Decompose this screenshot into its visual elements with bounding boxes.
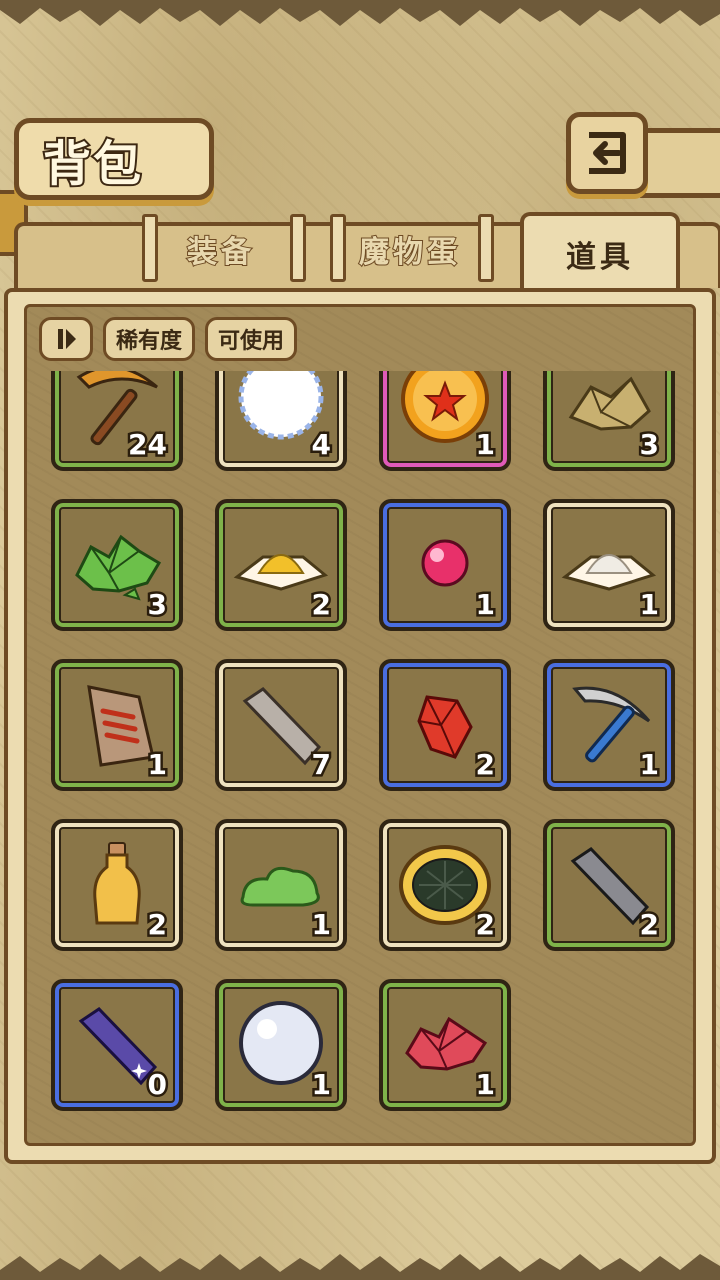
item-count: 1 — [309, 1066, 334, 1104]
item-count: 1 — [145, 746, 170, 784]
item-count: 2 — [637, 906, 662, 944]
tab-monster-eggs[interactable]: 魔物蛋 — [344, 216, 476, 282]
tab-equipment[interactable]: 装备 — [156, 216, 286, 282]
tab-label: 魔物蛋 — [358, 234, 461, 271]
item-count: 2 — [145, 906, 170, 944]
item-count: 7 — [309, 746, 334, 784]
rarity-filter-button[interactable]: 稀有度 — [103, 317, 196, 361]
tab-label: 装备 — [186, 234, 255, 271]
item-slot[interactable]: 1 — [215, 979, 347, 1111]
tab-divider — [478, 214, 494, 282]
back-rail — [640, 128, 720, 198]
page-title: 背包 — [41, 134, 144, 194]
item-slot[interactable]: 3 — [51, 499, 183, 631]
title-plate: 背包 — [14, 118, 214, 200]
item-count: 1 — [637, 746, 662, 784]
item-count: 1 — [309, 906, 334, 944]
filter-row: 稀有度 可使用 — [39, 317, 298, 361]
item-count: 24 — [126, 426, 170, 464]
item-slot[interactable]: 1 — [379, 979, 511, 1111]
usable-filter-button[interactable]: 可使用 — [205, 317, 298, 361]
item-slot[interactable]: 2 — [543, 819, 675, 951]
item-count: 4 — [309, 426, 334, 464]
item-count: 1 — [473, 426, 498, 464]
item-count: 1 — [473, 586, 498, 624]
item-slot[interactable]: 2 — [379, 659, 511, 791]
torn-edge-top — [0, 0, 720, 26]
inventory-panel-inner: 稀有度 可使用 24 4 1 3 3 2 1 1 1 7 2 1 2 1 2 2… — [24, 304, 696, 1146]
item-slot[interactable]: 1 — [51, 659, 183, 791]
tab-items[interactable]: 道具 — [520, 212, 680, 292]
item-grid: 24 4 1 3 3 2 1 1 1 7 2 1 2 1 2 2 0 1 1 — [27, 371, 693, 1143]
inventory-panel: 稀有度 可使用 24 4 1 3 3 2 1 1 1 7 2 1 2 1 2 2… — [4, 288, 716, 1164]
item-slot[interactable]: 1 — [543, 499, 675, 631]
item-slot[interactable]: 1 — [543, 659, 675, 791]
item-slot[interactable]: 2 — [379, 819, 511, 951]
sort-toggle-button[interactable] — [39, 317, 93, 361]
item-slot[interactable]: 4 — [215, 371, 347, 471]
item-slot[interactable]: 1 — [379, 499, 511, 631]
item-count: 1 — [637, 586, 662, 624]
item-count: 3 — [637, 426, 662, 464]
item-slot[interactable]: 1 — [215, 819, 347, 951]
item-slot[interactable]: 1 — [379, 371, 511, 471]
return-arrow-icon — [589, 132, 626, 174]
item-slot[interactable]: 24 — [51, 371, 183, 471]
item-slot[interactable]: 2 — [51, 819, 183, 951]
item-count: 1 — [473, 1066, 498, 1104]
back-button[interactable] — [566, 112, 648, 194]
item-count: 2 — [473, 746, 498, 784]
item-count: 2 — [309, 586, 334, 624]
item-slot[interactable]: 0 — [51, 979, 183, 1111]
item-count: 2 — [473, 906, 498, 944]
sort-toggle-icon — [58, 329, 76, 349]
item-slot[interactable]: 7 — [215, 659, 347, 791]
item-slot[interactable]: 3 — [543, 371, 675, 471]
tab-label: 道具 — [566, 240, 634, 275]
item-slot[interactable]: 2 — [215, 499, 347, 631]
torn-edge-bottom — [0, 1254, 720, 1280]
item-count: 0 — [145, 1066, 170, 1104]
tab-divider — [290, 214, 306, 282]
item-count: 3 — [145, 586, 170, 624]
